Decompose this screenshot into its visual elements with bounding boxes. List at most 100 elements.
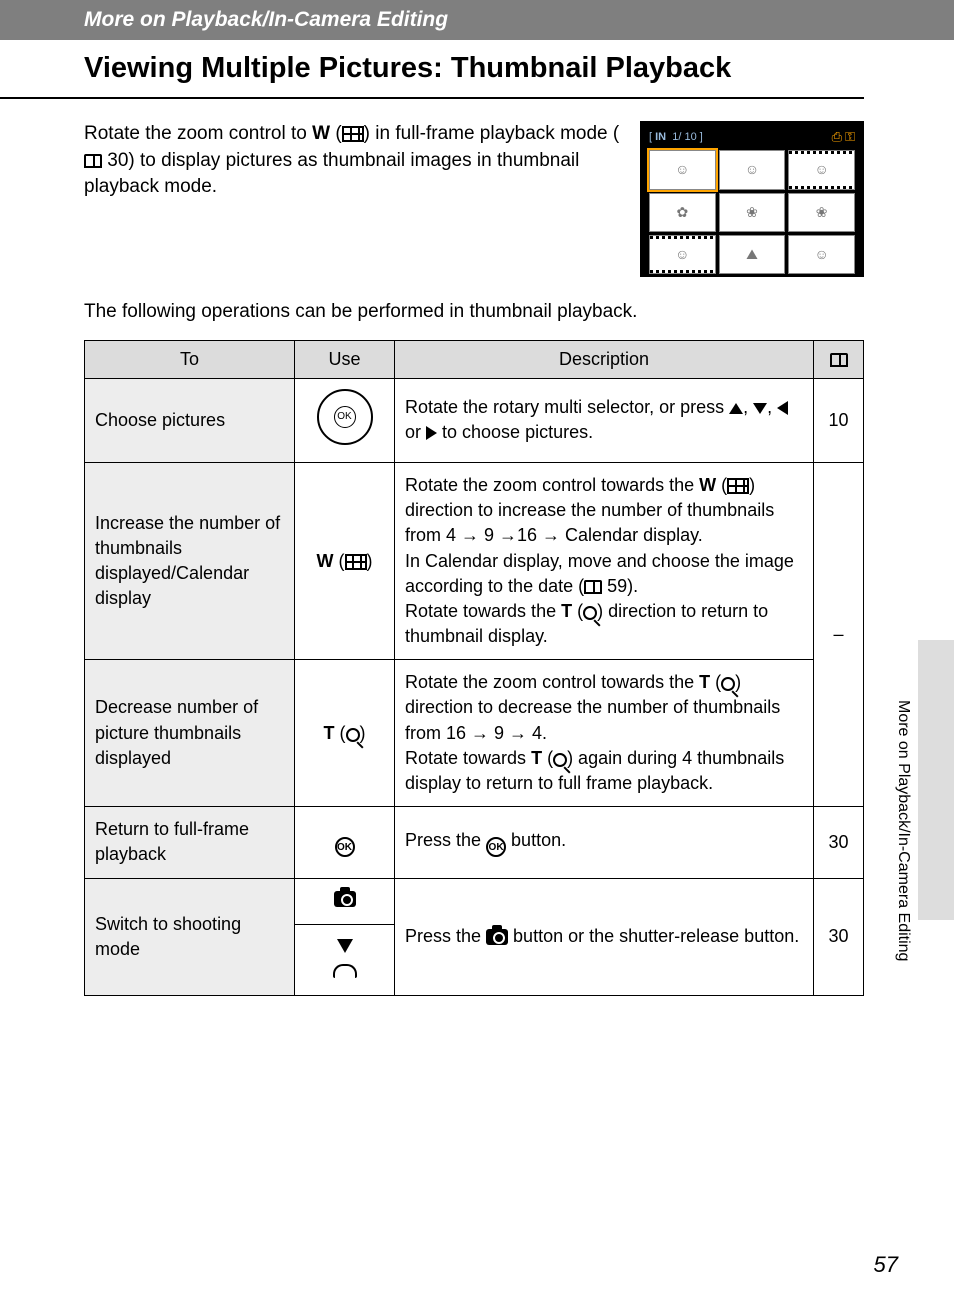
table-row: Return to full-frame playback OK Press t… [85,807,864,878]
left-arrow-icon [777,401,788,415]
ref-cell: – [814,462,864,806]
thumbnail-grid-icon [727,478,749,494]
magnify-icon [721,677,735,691]
col-reference [814,340,864,378]
intro-row: Rotate the zoom control to W ( ) in full-… [84,121,864,277]
text: ( [710,672,721,692]
table-row: Choose pictures Rotate the rotary multi … [85,378,864,462]
text: Rotate the zoom control towards the [405,672,699,692]
use-cell: W () [295,462,395,659]
ref-cell: 30 [814,807,864,878]
use-cell: T () [295,660,395,807]
book-reference-icon [84,154,102,168]
use-cell [295,924,395,995]
use-cell [295,378,395,462]
thumbnail: ❀ [788,193,855,232]
text: , [767,397,777,417]
w-label: W [699,475,716,495]
preview-status-bar: [ IN 1/ 10 ] ⎙ ⚿ [645,126,859,150]
thumbnail: ✿ [649,193,716,232]
text: button. [506,830,566,850]
to-cell: Increase the number of thumbnails displa… [85,462,295,659]
thumbnail-grid: ☺ ☺ ☺ ✿ ❀ ❀ ☺ ⛰ ☺ [645,150,859,278]
ref-cell: 30 [814,878,864,996]
protect-key-icon: ⚿ [845,129,855,144]
table-row: Increase the number of thumbnails displa… [85,462,864,659]
table-header-row: To Use Description [85,340,864,378]
camera-icon [486,929,508,945]
t-label: T [531,748,542,768]
use-cell: OK [295,807,395,878]
table-row: Decrease number of picture thumbnails di… [85,660,864,807]
text: ( [716,475,727,495]
book-reference-icon [830,353,848,367]
thumbnail: ☺ [788,150,855,189]
t-label: T [324,723,335,743]
right-arrow-icon [426,426,437,440]
text: Rotate towards the [405,601,561,621]
page-title: Viewing Multiple Pictures: Thumbnail Pla… [0,40,864,99]
text: ) in full-frame playback mode ( [364,123,620,144]
text: ( [330,123,342,144]
text: Rotate the rotary multi selector, or pre… [405,397,729,417]
thumbnail: ☺ [649,235,716,274]
down-arrow-icon [337,939,353,953]
page-number: 57 [874,1252,898,1278]
to-cell: Decrease number of picture thumbnails di… [85,660,295,807]
text: button or the shutter-release button. [508,926,799,946]
text: Press the [405,926,486,946]
desc-cell: Press the button or the shutter-release … [395,878,814,996]
magnify-icon [553,753,567,767]
shutter-release-icon [333,964,357,978]
counter: 1/ 10 [672,131,696,143]
text: , [743,397,753,417]
in-badge: IN [655,131,666,143]
ok-button-icon: OK [335,837,355,857]
thumbnail-grid-icon [345,554,367,570]
desc-cell: Rotate the zoom control towards the W ()… [395,462,814,659]
operations-table: To Use Description Choose pictures Rotat… [84,340,864,997]
thumbnail-grid-icon [342,126,364,142]
text: to choose pictures. [437,422,593,442]
w-label: W [312,123,330,144]
col-to: To [85,340,295,378]
ok-button-icon: OK [486,837,506,857]
thumbnail: ☺ [719,150,786,189]
thumbnail: ⛰ [719,235,786,274]
side-section-label: More on Playback/In-Camera Editing [894,700,912,961]
col-description: Description [395,340,814,378]
text: 30) to display pictures as thumbnail ima… [84,150,579,198]
side-thumb-tab [918,640,954,920]
thumbnail: ☺ [788,235,855,274]
table-row: Switch to shooting mode Press the button… [85,878,864,924]
thumbnail: ❀ [719,193,786,232]
col-use: Use [295,340,395,378]
t-label: T [699,672,710,692]
desc-cell: Press the OK button. [395,807,814,878]
text: ( [542,748,553,768]
text: 59). [602,576,638,596]
to-cell: Choose pictures [85,378,295,462]
magnify-icon [346,728,360,742]
intro-paragraph-2: The following operations can be performe… [84,299,864,326]
thumbnail: ☺ [649,150,716,189]
rotary-selector-icon [317,389,373,445]
desc-cell: Rotate the rotary multi selector, or pre… [395,378,814,462]
desc-cell: Rotate the zoom control towards the T ()… [395,660,814,807]
content: Rotate the zoom control to W ( ) in full-… [0,99,954,996]
text: Rotate the zoom control to [84,123,312,144]
magnify-icon [583,606,597,620]
section-header: More on Playback/In-Camera Editing [0,0,954,40]
w-label: W [317,551,334,571]
text: Rotate the zoom control towards the [405,475,699,495]
text: Press the [405,830,486,850]
to-cell: Return to full-frame playback [85,807,295,878]
text: or [405,422,426,442]
print-order-icon: ⎙ [832,129,842,144]
t-label: T [561,601,572,621]
text: Rotate towards [405,748,531,768]
use-cell [295,878,395,924]
to-cell: Switch to shooting mode [85,878,295,996]
camera-icon [334,891,356,907]
text: ( [572,601,583,621]
